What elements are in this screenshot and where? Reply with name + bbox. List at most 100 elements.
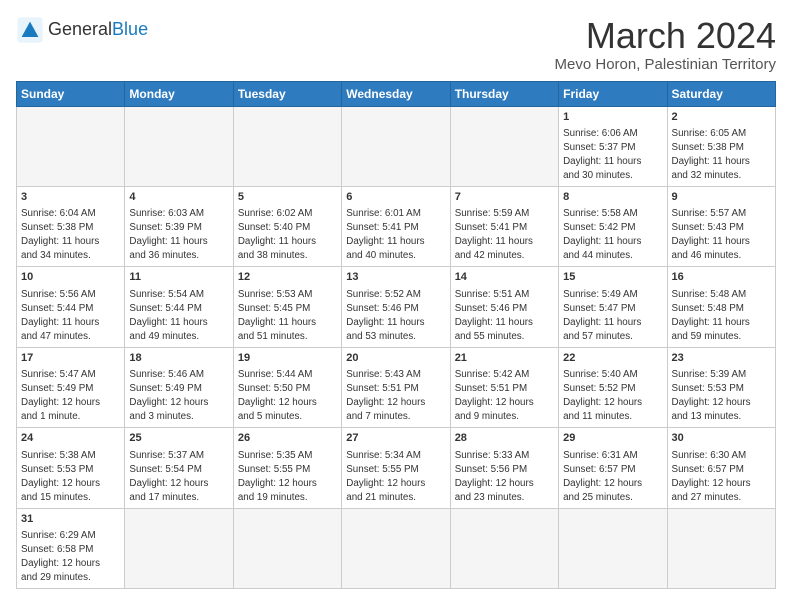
calendar-cell [667, 508, 775, 588]
calendar-cell [559, 508, 667, 588]
day-number: 13 [346, 270, 445, 285]
calendar-cell [342, 106, 450, 186]
calendar-cell: 17 Sunrise: 5:47 AM Sunset: 5:49 PM Dayli… [17, 347, 125, 427]
day-info: Sunrise: 6:03 AM Sunset: 5:39 PM Dayligh… [129, 208, 207, 261]
calendar-cell: 4 Sunrise: 6:03 AM Sunset: 5:39 PM Daylig… [125, 186, 233, 266]
day-number: 22 [563, 351, 662, 366]
calendar-cell: 12 Sunrise: 5:53 AM Sunset: 5:45 PM Dayli… [233, 267, 341, 347]
calendar-table: SundayMondayTuesdayWednesdayThursdayFrid… [16, 81, 776, 589]
day-number: 4 [129, 190, 228, 205]
day-number: 12 [238, 270, 337, 285]
calendar-cell: 13 Sunrise: 5:52 AM Sunset: 5:46 PM Dayli… [342, 267, 450, 347]
day-number: 21 [455, 351, 554, 366]
calendar-week-row: 1 Sunrise: 6:06 AM Sunset: 5:37 PM Daylig… [17, 106, 776, 186]
calendar-cell: 11 Sunrise: 5:54 AM Sunset: 5:44 PM Dayli… [125, 267, 233, 347]
calendar-cell [233, 508, 341, 588]
day-info: Sunrise: 6:01 AM Sunset: 5:41 PM Dayligh… [346, 208, 424, 261]
weekday-header-friday: Friday [559, 81, 667, 106]
calendar-cell: 10Sunrise: 5:56 AM Sunset: 5:44 PM Dayli… [17, 267, 125, 347]
logo-text: GeneralBlue [48, 20, 148, 40]
day-info: Sunrise: 5:37 AM Sunset: 5:54 PM Dayligh… [129, 450, 208, 503]
day-info: Sunrise: 5:47 AM Sunset: 5:49 PM Dayligh… [21, 369, 100, 422]
day-number: 1 [563, 110, 662, 125]
day-info: Sunrise: 6:04 AM Sunset: 5:38 PM Dayligh… [21, 208, 99, 261]
day-info: Sunrise: 5:33 AM Sunset: 5:56 PM Dayligh… [455, 450, 534, 503]
day-info: Sunrise: 6:29 AM Sunset: 6:58 PM Dayligh… [21, 530, 100, 583]
day-info: Sunrise: 5:35 AM Sunset: 5:55 PM Dayligh… [238, 450, 317, 503]
calendar-week-row: 3 Sunrise: 6:04 AM Sunset: 5:38 PM Daylig… [17, 186, 776, 266]
calendar-cell: 6 Sunrise: 6:01 AM Sunset: 5:41 PM Daylig… [342, 186, 450, 266]
weekday-header-tuesday: Tuesday [233, 81, 341, 106]
day-info: Sunrise: 5:57 AM Sunset: 5:43 PM Dayligh… [672, 208, 750, 261]
day-info: Sunrise: 5:51 AM Sunset: 5:46 PM Dayligh… [455, 289, 533, 342]
day-number: 3 [21, 190, 120, 205]
day-info: Sunrise: 6:05 AM Sunset: 5:38 PM Dayligh… [672, 128, 750, 181]
day-info: Sunrise: 5:54 AM Sunset: 5:44 PM Dayligh… [129, 289, 207, 342]
day-info: Sunrise: 5:38 AM Sunset: 5:53 PM Dayligh… [21, 450, 100, 503]
calendar-cell: 20Sunrise: 5:43 AM Sunset: 5:51 PM Dayli… [342, 347, 450, 427]
day-info: Sunrise: 5:43 AM Sunset: 5:51 PM Dayligh… [346, 369, 425, 422]
weekday-header-monday: Monday [125, 81, 233, 106]
day-info: Sunrise: 5:34 AM Sunset: 5:55 PM Dayligh… [346, 450, 425, 503]
month-title: March 2024 [555, 16, 776, 56]
day-info: Sunrise: 6:02 AM Sunset: 5:40 PM Dayligh… [238, 208, 316, 261]
calendar-cell: 28 Sunrise: 5:33 AM Sunset: 5:56 PM Dayli… [450, 428, 558, 508]
day-info: Sunrise: 5:46 AM Sunset: 5:49 PM Dayligh… [129, 369, 208, 422]
calendar-cell: 18Sunrise: 5:46 AM Sunset: 5:49 PM Dayli… [125, 347, 233, 427]
calendar-cell: 22 Sunrise: 5:40 AM Sunset: 5:52 PM Dayli… [559, 347, 667, 427]
calendar-cell: 31 Sunrise: 6:29 AM Sunset: 6:58 PM Dayli… [17, 508, 125, 588]
day-info: Sunrise: 6:31 AM Sunset: 6:57 PM Dayligh… [563, 450, 642, 503]
calendar-cell: 9Sunrise: 5:57 AM Sunset: 5:43 PM Daylig… [667, 186, 775, 266]
day-number: 11 [129, 270, 228, 285]
calendar-cell: 14Sunrise: 5:51 AM Sunset: 5:46 PM Dayli… [450, 267, 558, 347]
calendar-week-row: 10Sunrise: 5:56 AM Sunset: 5:44 PM Dayli… [17, 267, 776, 347]
calendar-cell: 26 Sunrise: 5:35 AM Sunset: 5:55 PM Dayli… [233, 428, 341, 508]
calendar-week-row: 31 Sunrise: 6:29 AM Sunset: 6:58 PM Dayli… [17, 508, 776, 588]
calendar-week-row: 24Sunrise: 5:38 AM Sunset: 5:53 PM Dayli… [17, 428, 776, 508]
calendar-cell [342, 508, 450, 588]
day-number: 30 [672, 431, 771, 446]
day-number: 23 [672, 351, 771, 366]
day-info: Sunrise: 6:30 AM Sunset: 6:57 PM Dayligh… [672, 450, 751, 503]
day-info: Sunrise: 5:40 AM Sunset: 5:52 PM Dayligh… [563, 369, 642, 422]
day-number: 28 [455, 431, 554, 446]
calendar-cell: 27 Sunrise: 5:34 AM Sunset: 5:55 PM Dayli… [342, 428, 450, 508]
calendar-cell [17, 106, 125, 186]
day-number: 5 [238, 190, 337, 205]
day-number: 31 [21, 512, 120, 527]
calendar-header: SundayMondayTuesdayWednesdayThursdayFrid… [17, 81, 776, 106]
day-info: Sunrise: 5:58 AM Sunset: 5:42 PM Dayligh… [563, 208, 641, 261]
day-info: Sunrise: 5:49 AM Sunset: 5:47 PM Dayligh… [563, 289, 641, 342]
location-title: Mevo Horon, Palestinian Territory [555, 56, 776, 73]
day-number: 26 [238, 431, 337, 446]
calendar-cell: 5 Sunrise: 6:02 AM Sunset: 5:40 PM Daylig… [233, 186, 341, 266]
calendar-cell: 15Sunrise: 5:49 AM Sunset: 5:47 PM Dayli… [559, 267, 667, 347]
calendar-cell: 8 Sunrise: 5:58 AM Sunset: 5:42 PM Daylig… [559, 186, 667, 266]
calendar-cell: 7Sunrise: 5:59 AM Sunset: 5:41 PM Daylig… [450, 186, 558, 266]
calendar-cell: 1 Sunrise: 6:06 AM Sunset: 5:37 PM Daylig… [559, 106, 667, 186]
calendar-cell: 25 Sunrise: 5:37 AM Sunset: 5:54 PM Dayli… [125, 428, 233, 508]
day-number: 6 [346, 190, 445, 205]
logo: GeneralBlue [16, 16, 148, 44]
calendar-cell: 24Sunrise: 5:38 AM Sunset: 5:53 PM Dayli… [17, 428, 125, 508]
day-number: 29 [563, 431, 662, 446]
day-info: Sunrise: 6:06 AM Sunset: 5:37 PM Dayligh… [563, 128, 641, 181]
day-info: Sunrise: 5:44 AM Sunset: 5:50 PM Dayligh… [238, 369, 317, 422]
weekday-header-sunday: Sunday [17, 81, 125, 106]
calendar-cell [125, 106, 233, 186]
day-info: Sunrise: 5:53 AM Sunset: 5:45 PM Dayligh… [238, 289, 316, 342]
title-block: March 2024 Mevo Horon, Palestinian Terri… [555, 16, 776, 73]
day-number: 27 [346, 431, 445, 446]
weekday-header-thursday: Thursday [450, 81, 558, 106]
day-number: 17 [21, 351, 120, 366]
calendar-cell [450, 508, 558, 588]
calendar-cell [450, 106, 558, 186]
day-info: Sunrise: 5:39 AM Sunset: 5:53 PM Dayligh… [672, 369, 751, 422]
day-number: 8 [563, 190, 662, 205]
weekday-header-saturday: Saturday [667, 81, 775, 106]
weekday-header-row: SundayMondayTuesdayWednesdayThursdayFrid… [17, 81, 776, 106]
calendar-body: 1 Sunrise: 6:06 AM Sunset: 5:37 PM Daylig… [17, 106, 776, 588]
header: GeneralBlue March 2024 Mevo Horon, Pales… [16, 16, 776, 73]
day-info: Sunrise: 5:52 AM Sunset: 5:46 PM Dayligh… [346, 289, 424, 342]
day-number: 25 [129, 431, 228, 446]
